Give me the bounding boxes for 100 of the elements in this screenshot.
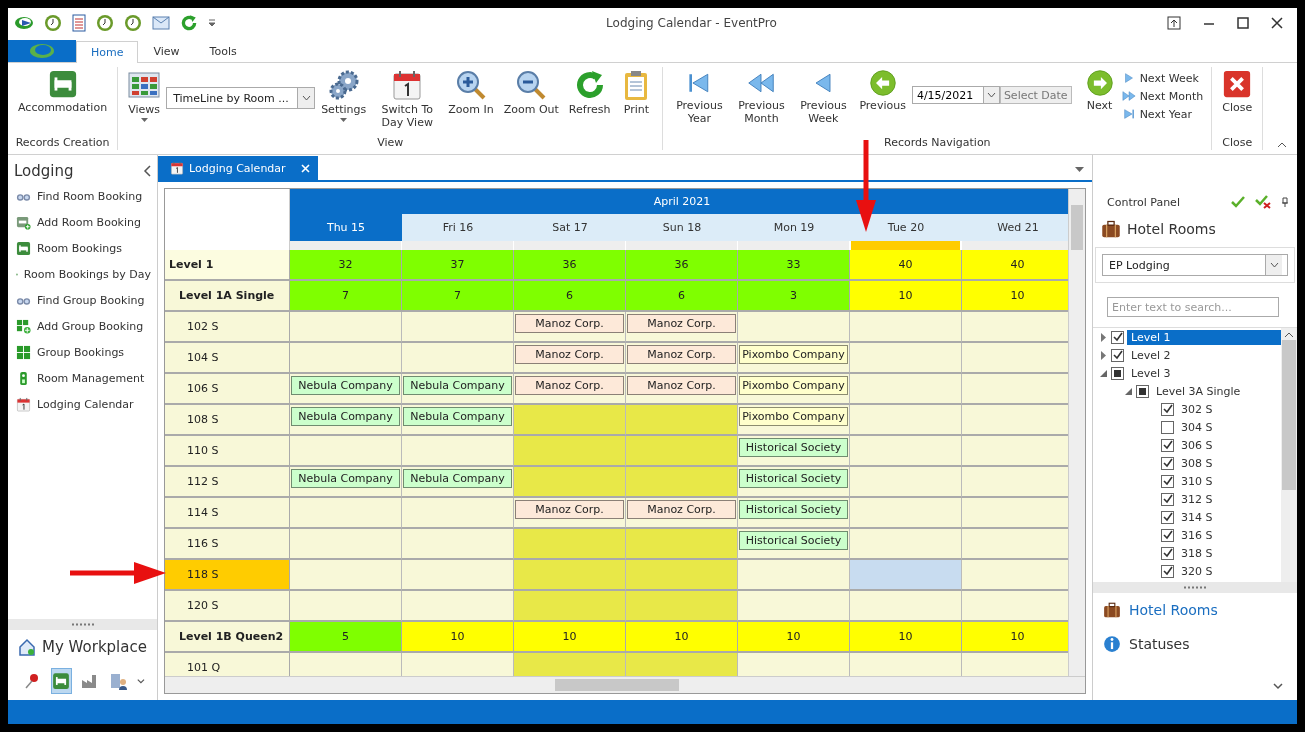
sidebar-item[interactable]: Room Bookings by Day (8, 262, 157, 288)
expander-icon[interactable] (1099, 350, 1108, 360)
chevron-down-icon[interactable] (986, 92, 996, 98)
close-icon[interactable] (1271, 16, 1283, 30)
calendar-cell[interactable] (290, 560, 402, 591)
ribbon-tab[interactable]: Tools (194, 40, 252, 62)
booking-block[interactable]: Historical Society (739, 531, 848, 550)
calendar-cell[interactable]: Manoz Corp. (514, 498, 626, 529)
calendar-cell[interactable] (962, 653, 1068, 676)
booking-block[interactable]: Nebula Company (291, 407, 400, 426)
calendar-cell[interactable] (850, 467, 962, 498)
checkbox[interactable] (1161, 492, 1174, 506)
tree-item[interactable]: Level 3A Single (1152, 383, 1245, 399)
search-field[interactable]: Enter text to search... (1107, 297, 1279, 317)
calendar-cell[interactable]: Nebula Company (402, 405, 514, 436)
toolbar-button[interactable]: Switch To Day View (372, 67, 443, 131)
restore-window-icon[interactable] (1167, 16, 1181, 30)
calendar-cell[interactable] (402, 312, 514, 343)
sidebar-item[interactable]: Room Bookings (8, 236, 157, 262)
booking-block[interactable]: Manoz Corp. (627, 314, 736, 333)
tree-scrollbar[interactable] (1281, 328, 1297, 582)
calendar-cell[interactable] (626, 591, 738, 622)
views-button[interactable]: Views (124, 67, 165, 124)
calendar-cell[interactable] (290, 312, 402, 343)
next-button[interactable]: Next (1081, 67, 1118, 114)
calendar-cell[interactable] (290, 436, 402, 467)
mail-icon[interactable] (152, 16, 170, 30)
navigation-button[interactable]: Previous Year (669, 67, 730, 127)
calendar-cell[interactable] (402, 653, 514, 676)
tree-item[interactable]: 310 S (1177, 473, 1217, 489)
tree-item[interactable]: Level 3 (1127, 365, 1175, 381)
calendar-cell[interactable] (962, 560, 1068, 591)
sidebar-item[interactable]: Group Bookings (8, 340, 157, 366)
document-tab[interactable]: Lodging Calendar (158, 156, 318, 180)
sidebar-item[interactable]: Find Group Booking (8, 288, 157, 314)
room-label[interactable]: 116 S (165, 529, 290, 560)
toolbar-button[interactable]: Settings (317, 67, 371, 124)
calendar-cell[interactable] (850, 498, 962, 529)
booking-block[interactable]: Manoz Corp. (627, 500, 736, 519)
calendar-cell[interactable] (962, 467, 1068, 498)
date-field[interactable]: 4/15/2021 (911, 86, 984, 104)
day-header[interactable]: Fri 16 (402, 214, 514, 241)
checkbox[interactable] (1161, 510, 1174, 524)
booking-block[interactable]: Historical Society (739, 438, 848, 457)
calendar-cell[interactable]: Pixombo Company (738, 405, 850, 436)
booking-block[interactable]: Nebula Company (403, 407, 512, 426)
calendar-cell[interactable] (962, 312, 1068, 343)
lodging-module-button[interactable] (50, 668, 72, 694)
toolbar-button[interactable]: Print (616, 67, 657, 118)
calendar-cell[interactable] (514, 436, 626, 467)
calendar-cell[interactable]: Historical Society (738, 529, 850, 560)
calendar-cell[interactable] (514, 653, 626, 676)
calendar-cell[interactable] (626, 529, 738, 560)
room-label[interactable]: 106 S (165, 374, 290, 405)
tree-item[interactable]: 318 S (1177, 545, 1217, 561)
toolbar-button[interactable]: Refresh (564, 67, 615, 118)
calendar-cell[interactable]: Manoz Corp. (514, 312, 626, 343)
navigation-button[interactable]: Previous Month (731, 67, 792, 127)
calendar-cell[interactable] (738, 591, 850, 622)
navigation-button[interactable]: Next Week (1119, 69, 1206, 87)
day-header[interactable]: Sat 17 (514, 214, 626, 241)
calendar-cell[interactable] (514, 529, 626, 560)
sidebar-item[interactable]: Add Group Booking (8, 314, 157, 340)
checkbox[interactable] (1111, 348, 1124, 362)
calendar-cell[interactable] (738, 653, 850, 676)
calendar-cell[interactable]: Historical Society (738, 436, 850, 467)
room-label[interactable]: 112 S (165, 467, 290, 498)
uncheck-all-icon[interactable] (1255, 195, 1271, 209)
calendar-cell[interactable] (514, 405, 626, 436)
calendar-cell[interactable] (962, 405, 1068, 436)
calendar-cell[interactable]: Manoz Corp. (626, 312, 738, 343)
day-header[interactable]: Sun 18 (626, 214, 738, 241)
calendar-cell[interactable] (290, 529, 402, 560)
day-header[interactable]: Thu 15 (290, 214, 402, 241)
checkbox[interactable] (1161, 402, 1174, 416)
room-label[interactable]: 110 S (165, 436, 290, 467)
dropdown-icon[interactable] (208, 19, 216, 27)
check-all-icon[interactable] (1231, 196, 1245, 208)
calendar-cell[interactable] (514, 591, 626, 622)
clock-icon[interactable] (44, 14, 62, 32)
lodging-select[interactable]: EP Lodging (1102, 254, 1288, 276)
calendar-cell[interactable]: Pixombo Company (738, 374, 850, 405)
navigation-button[interactable]: Next Month (1119, 87, 1206, 105)
calendar-cell[interactable] (850, 374, 962, 405)
sidebar-item[interactable]: Lodging Calendar (8, 392, 157, 418)
calendar-cell[interactable]: Nebula Company (402, 467, 514, 498)
calendar-cell[interactable] (626, 436, 738, 467)
select-date-button[interactable]: Select Date (999, 86, 1072, 104)
calendar-cell[interactable] (962, 436, 1068, 467)
checkbox[interactable] (1161, 456, 1174, 470)
grip-icon[interactable] (1183, 586, 1207, 589)
panel-nav-item[interactable]: Statuses (1093, 627, 1297, 661)
calendar-cell[interactable] (402, 343, 514, 374)
checkbox[interactable] (1161, 546, 1174, 560)
expander-icon[interactable] (1099, 332, 1108, 342)
tree-item[interactable]: 304 S (1177, 419, 1217, 435)
calendar-cell[interactable]: Manoz Corp. (626, 374, 738, 405)
booking-block[interactable]: Manoz Corp. (627, 345, 736, 364)
room-label[interactable]: 114 S (165, 498, 290, 529)
vertical-scrollbar[interactable] (1068, 189, 1085, 676)
